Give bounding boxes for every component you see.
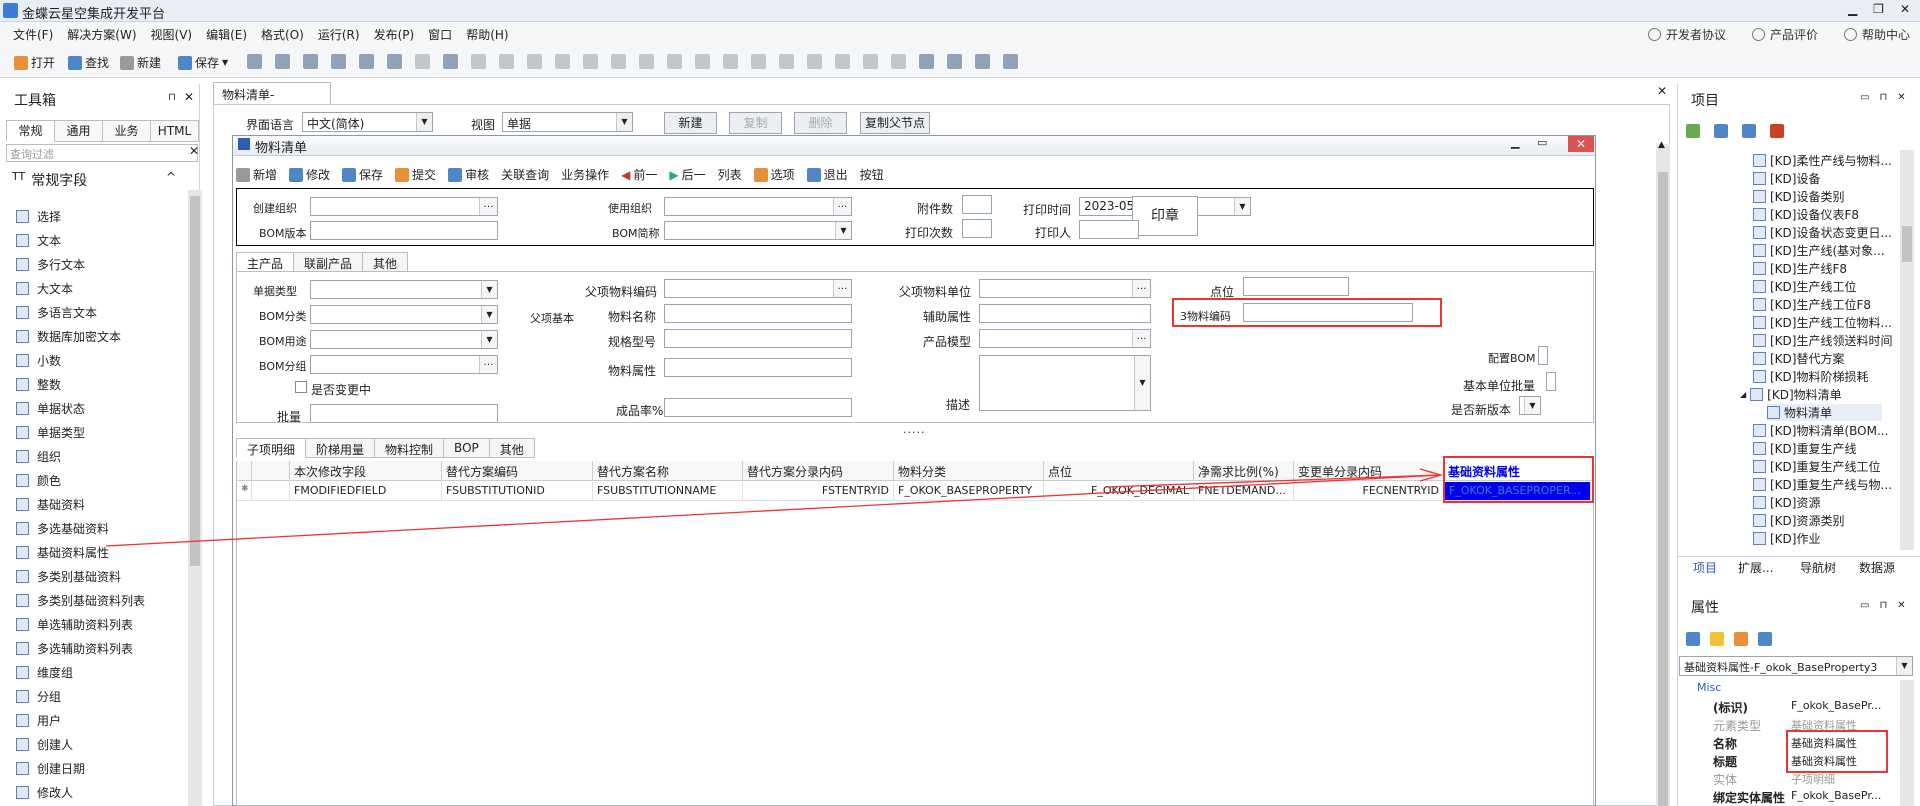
form-node-icon: [1753, 532, 1766, 545]
tree-item-selected[interactable]: 物料清单: [1767, 404, 1883, 421]
properties-scrollbar[interactable]: [1900, 680, 1914, 806]
form-node-icon: [1753, 370, 1766, 383]
prop-value-id[interactable]: F_okok_BasePr...: [1791, 699, 1881, 712]
project-window-controls: ▭ ⊓ ✕: [1860, 92, 1906, 103]
pin-icon[interactable]: ⊓: [1879, 600, 1887, 611]
project-toolbar: [1686, 124, 1784, 138]
form-node-icon: [1767, 406, 1780, 419]
panel-divider: [1677, 556, 1920, 557]
prop-name-caption: 标题: [1713, 755, 1738, 769]
prop-value-entity[interactable]: 子项明细: [1791, 771, 1835, 787]
tree-scroll-thumb[interactable]: [1902, 226, 1912, 262]
form-node-icon: [1753, 514, 1766, 527]
tab-extension[interactable]: 扩展...: [1738, 559, 1773, 576]
form-node-icon: [1753, 154, 1766, 167]
form-node-icon: [1750, 388, 1764, 401]
expand-icon[interactable]: ◢: [1740, 390, 1746, 399]
copy-icon[interactable]: [1742, 124, 1756, 138]
form-node-icon: [1753, 244, 1766, 257]
tree-item-expanded[interactable]: ◢ [KD]物料清单: [1740, 386, 1842, 403]
chevron-down-icon: ▼: [1896, 657, 1912, 675]
annotation-arrow-line: [105, 474, 1441, 547]
form-node-icon: [1753, 298, 1766, 311]
form-node-icon: [1753, 352, 1766, 365]
form-node-icon: [1753, 334, 1766, 347]
annotation-arrow-line: [1105, 474, 1441, 488]
properties-window-controls: ▭ ⊓ ✕: [1860, 600, 1906, 611]
tree-item[interactable]: [KD]生产线F8: [1753, 260, 1847, 277]
pin-icon[interactable]: ⊓: [1879, 92, 1887, 103]
tree-item[interactable]: [KD]重复生产线工位: [1753, 458, 1880, 475]
form-node-icon: [1753, 316, 1766, 329]
properties-close-icon[interactable]: ✕: [1897, 600, 1905, 611]
form-node-icon: [1753, 172, 1766, 185]
property-group-misc[interactable]: Misc: [1697, 681, 1721, 694]
form-node-icon: [1753, 280, 1766, 293]
prop-name-bind-entity: 绑定实体属性: [1713, 791, 1786, 805]
prop-name-entity: 实体: [1713, 773, 1738, 787]
tab-datasource[interactable]: 数据源: [1859, 559, 1895, 576]
prop-name-name: 名称: [1713, 737, 1738, 751]
tree-item[interactable]: [KD]生产线工位: [1753, 278, 1856, 295]
tree-item[interactable]: [KD]替代方案: [1753, 350, 1844, 367]
tree-item[interactable]: [KD]资源: [1753, 494, 1820, 511]
tree-item[interactable]: [KD]生产线工位F8: [1753, 296, 1871, 313]
prop-name-id: (标识): [1713, 701, 1748, 715]
form-node-icon: [1753, 208, 1766, 221]
tab-project[interactable]: 项目: [1693, 559, 1717, 576]
project-title: 项目: [1691, 93, 1719, 109]
tree-item[interactable]: [KD]资源类别: [1753, 512, 1844, 529]
form-node-icon: [1753, 262, 1766, 275]
annotation-arrows: [105, 468, 1444, 547]
tree-item[interactable]: [KD]生产线工位物料...: [1753, 314, 1892, 331]
tree-item[interactable]: [KD]生产线(基对象...: [1753, 242, 1885, 259]
tree-item[interactable]: [KD]物料阶梯损耗: [1753, 368, 1868, 385]
events-icon[interactable]: [1758, 632, 1772, 646]
object-selector[interactable]: 基础资料属性-F_okok_BaseProperty3 ▼: [1679, 656, 1913, 676]
tree-item[interactable]: [KD]柔性产线与物料...: [1753, 152, 1892, 169]
tree-item[interactable]: [KD]作业: [1753, 530, 1820, 547]
form-node-icon: [1753, 424, 1766, 437]
form-node-icon: [1753, 496, 1766, 509]
tree-item[interactable]: [KD]设备类别: [1753, 188, 1844, 205]
tree-item[interactable]: [KD]重复生产线与物...: [1753, 476, 1892, 493]
remove-icon[interactable]: [1770, 124, 1784, 138]
form-node-icon: [1753, 442, 1766, 455]
refresh-icon[interactable]: [1686, 124, 1700, 138]
annotation-box-props: [1786, 730, 1888, 773]
tree-item[interactable]: [KD]重复生产线: [1753, 440, 1856, 457]
categorized-icon[interactable]: [1686, 632, 1700, 646]
tree-scrollbar[interactable]: [1900, 150, 1914, 550]
tree-item[interactable]: [KD]设备: [1753, 170, 1820, 187]
properties-toolbar: [1686, 632, 1772, 646]
properties-title: 属性: [1691, 600, 1719, 616]
alphabetical-icon[interactable]: [1710, 632, 1724, 646]
form-node-icon: [1753, 460, 1766, 473]
restore-icon[interactable]: ▭: [1860, 92, 1869, 103]
prop-value-bind-entity[interactable]: F_okok_BasePr...: [1791, 789, 1881, 802]
tree-item[interactable]: [KD]物料清单(BOM...: [1753, 422, 1888, 439]
tree-item[interactable]: [KD]设备状态变更日...: [1753, 224, 1892, 241]
project-close-icon[interactable]: ✕: [1897, 92, 1905, 103]
prop-name-element-type: 元素类型: [1713, 719, 1762, 733]
property-pages-icon[interactable]: [1734, 632, 1748, 646]
form-node-icon: [1753, 226, 1766, 239]
tree-item[interactable]: [KD]设备仪表F8: [1753, 206, 1859, 223]
form-node-icon: [1753, 190, 1766, 203]
restore-icon[interactable]: ▭: [1860, 600, 1869, 611]
form-node-icon: [1753, 478, 1766, 491]
collapse-all-icon[interactable]: [1714, 124, 1728, 138]
tree-item[interactable]: [KD]生产线领送料时间: [1753, 332, 1892, 349]
tab-nav-tree[interactable]: 导航树: [1800, 559, 1836, 576]
